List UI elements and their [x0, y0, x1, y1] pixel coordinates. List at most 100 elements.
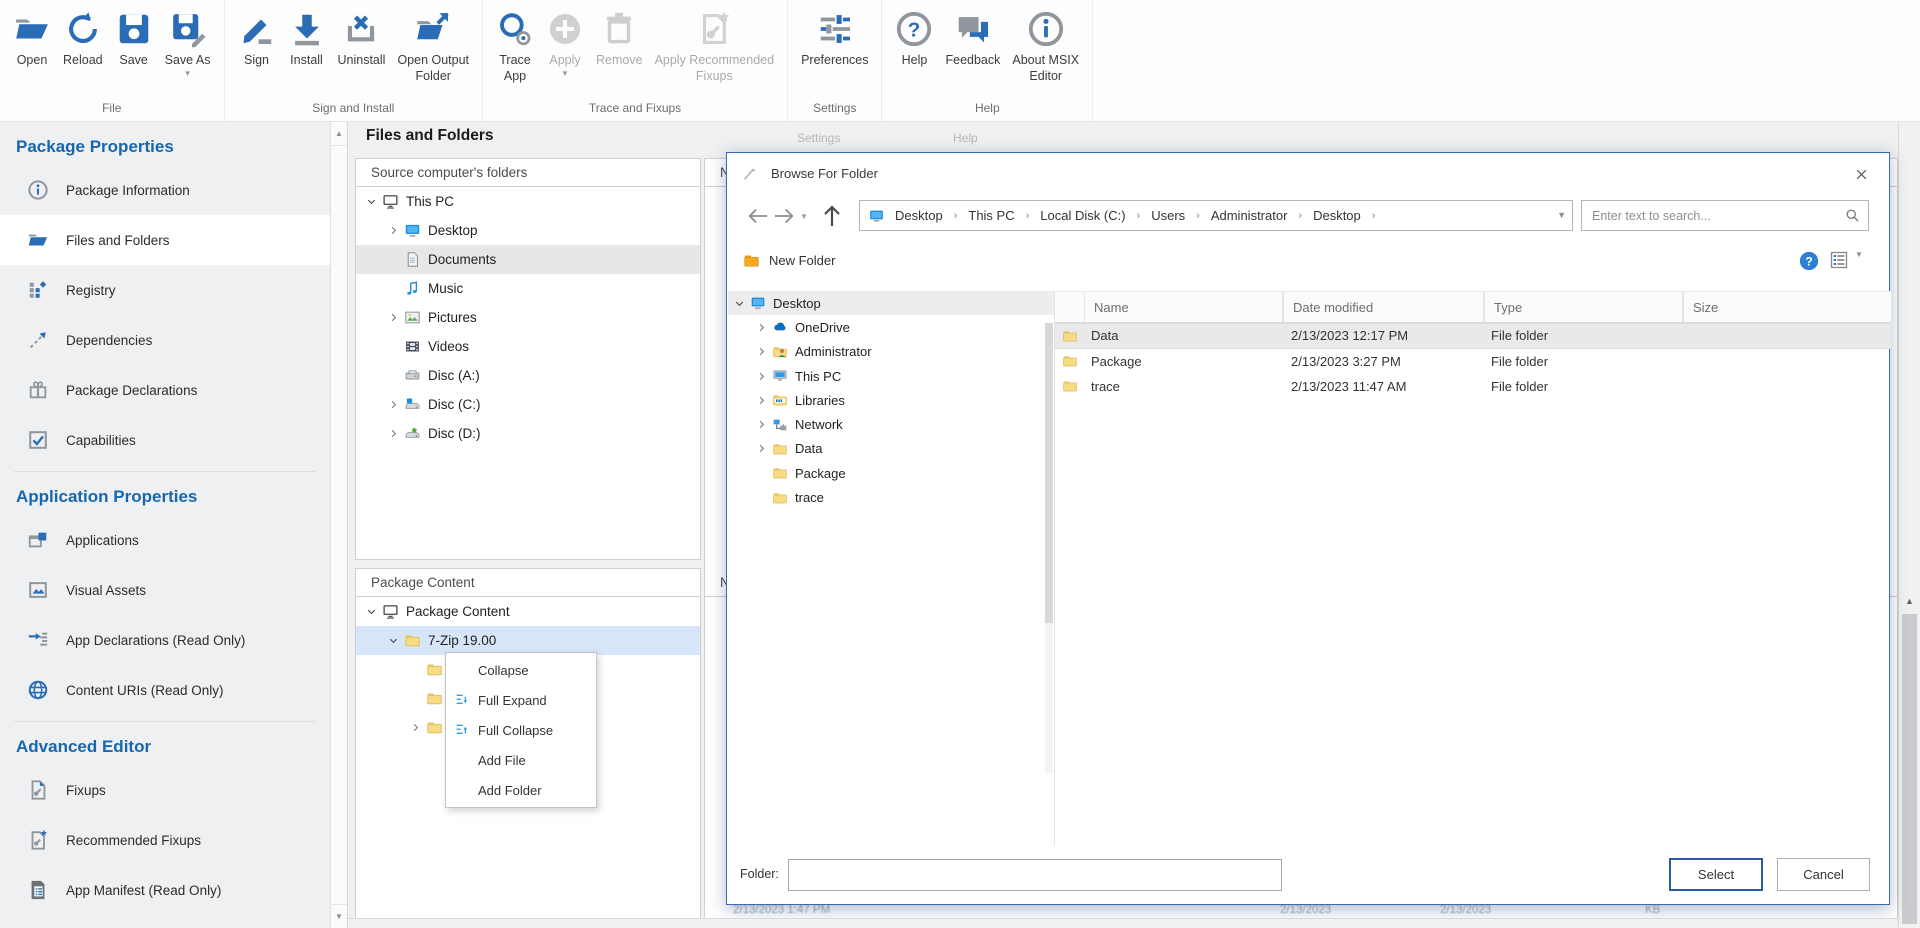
chevron-down-icon[interactable]: [364, 604, 379, 619]
column-header-date-modified[interactable]: Date modified: [1283, 292, 1484, 322]
sidebar-item-capabilities[interactable]: Capabilities: [0, 415, 330, 465]
sidebar-item-content-uris-read-only[interactable]: Content URIs (Read Only): [0, 665, 330, 715]
about-msix-editor-button[interactable]: About MSIXEditor: [1007, 5, 1084, 87]
apply-recommended-fixups-button[interactable]: Apply RecommendedFixups: [650, 5, 780, 87]
sidebar-item-visual-assets[interactable]: Visual Assets: [0, 565, 330, 615]
tree-item-documents[interactable]: Documents: [356, 245, 700, 274]
scroll-up-icon[interactable]: ▲: [331, 122, 347, 146]
breadcrumb-item-administrator-4[interactable]: Administrator: [1209, 208, 1290, 223]
tree-item-disc-a[interactable]: Disc (A:): [356, 361, 700, 390]
chevron-right-icon[interactable]: [386, 397, 401, 412]
chevron-right-icon[interactable]: [386, 426, 401, 441]
dropdown-chevron-icon[interactable]: ▼: [561, 70, 569, 78]
new-folder-button[interactable]: New Folder: [736, 247, 841, 273]
chevron-right-icon[interactable]: [754, 320, 769, 335]
tree-item-disc-d[interactable]: Disc (D:): [356, 419, 700, 448]
forward-icon[interactable]: [772, 203, 796, 229]
sidebar-item-app-declarations-read-only[interactable]: App Declarations (Read Only): [0, 615, 330, 665]
tree-item-pictures[interactable]: Pictures: [356, 303, 700, 332]
chevron-right-icon[interactable]: [754, 369, 769, 384]
sidebar-item-applications[interactable]: Applications: [0, 515, 330, 565]
save-button[interactable]: Save: [110, 5, 158, 70]
tree-item-administrator[interactable]: Administrator: [728, 340, 1054, 364]
breadcrumb-item-users-3[interactable]: Users: [1149, 208, 1187, 223]
tree-item-this-pc[interactable]: This PC: [356, 187, 700, 216]
breadcrumb-item-this-pc-1[interactable]: This PC: [966, 208, 1016, 223]
reload-button[interactable]: Reload: [58, 5, 108, 70]
tree-item-7-zip-19-00[interactable]: 7-Zip 19.00: [356, 626, 700, 655]
tree-item-libraries[interactable]: Libraries: [728, 388, 1054, 412]
dropdown-chevron-icon[interactable]: ▼: [184, 70, 192, 78]
history-dropdown-icon[interactable]: ▼: [797, 203, 811, 229]
address-bar[interactable]: Desktop›This PC›Local Disk (C:)›Users›Ad…: [859, 200, 1573, 231]
tree-item-desktop[interactable]: Desktop: [728, 291, 1054, 315]
sidebar-item-dependencies[interactable]: Dependencies: [0, 315, 330, 365]
chevron-right-icon[interactable]: [754, 393, 769, 408]
breadcrumb-item-local-disk-c-2[interactable]: Local Disk (C:): [1038, 208, 1127, 223]
tree-item-data[interactable]: Data: [728, 437, 1054, 461]
sidebar-item-package-information[interactable]: Package Information: [0, 165, 330, 215]
folder-input[interactable]: [788, 859, 1282, 891]
chevron-right-icon[interactable]: [386, 310, 401, 325]
sign-button[interactable]: Sign: [233, 5, 281, 70]
back-icon[interactable]: [746, 203, 770, 229]
chevron-right-icon[interactable]: [754, 441, 769, 456]
breadcrumb-separator-icon[interactable]: ›: [1187, 210, 1209, 222]
search-icon[interactable]: [1845, 208, 1868, 223]
sidebar-item-recommended-fixups[interactable]: Recommended Fixups: [0, 815, 330, 865]
main-vertical-scrollbar[interactable]: ▲: [1898, 122, 1920, 928]
chevron-down-icon[interactable]: [732, 296, 747, 311]
tree-item-trace[interactable]: trace: [728, 485, 1054, 509]
sidebar-item-app-manifest-read-only[interactable]: App Manifest (Read Only): [0, 865, 330, 915]
preferences-button[interactable]: Preferences: [796, 5, 873, 70]
chevron-down-icon[interactable]: [364, 194, 379, 209]
column-header-name[interactable]: Name: [1084, 292, 1283, 322]
tree-item-onedrive[interactable]: OneDrive: [728, 315, 1054, 339]
search-input[interactable]: [1582, 209, 1845, 223]
close-icon[interactable]: [1851, 164, 1871, 184]
sidebar-item-fixups[interactable]: Fixups: [0, 765, 330, 815]
context-menu-item-full-collapse[interactable]: Full Collapse: [446, 715, 596, 745]
breadcrumb-separator-icon[interactable]: ›: [1289, 210, 1311, 222]
uninstall-button[interactable]: Uninstall: [333, 5, 391, 70]
chevron-right-icon[interactable]: [754, 417, 769, 432]
open-button[interactable]: Open: [8, 5, 56, 70]
tree-item-package[interactable]: Package: [728, 461, 1054, 485]
chevron-right-icon[interactable]: [408, 720, 423, 735]
trace-app-button[interactable]: TraceApp: [491, 5, 539, 87]
tree-scrollbar[interactable]: [1045, 323, 1053, 773]
breadcrumb-item-desktop-0[interactable]: Desktop: [893, 208, 945, 223]
context-menu-item-full-expand[interactable]: Full Expand: [446, 685, 596, 715]
apply-button[interactable]: Apply▼: [541, 5, 589, 80]
up-icon[interactable]: [817, 203, 847, 229]
select-button[interactable]: Select: [1669, 858, 1763, 891]
context-menu-item-collapse[interactable]: Collapse: [446, 655, 596, 685]
scroll-up-icon[interactable]: ▲: [1899, 592, 1920, 610]
breadcrumb-item-desktop-5[interactable]: Desktop: [1311, 208, 1363, 223]
tree-item-disc-c[interactable]: Disc (C:): [356, 390, 700, 419]
sidebar-item-files-and-folders[interactable]: Files and Folders: [0, 215, 330, 265]
context-menu-item-add-file[interactable]: Add File: [446, 745, 596, 775]
open-output-folder-button[interactable]: Open OutputFolder: [392, 5, 474, 87]
breadcrumb-separator-icon[interactable]: ›: [1017, 210, 1039, 222]
save-as-button[interactable]: Save As▼: [160, 5, 216, 80]
tree-item-package-content[interactable]: Package Content: [356, 597, 700, 626]
view-mode-icon[interactable]: [1829, 250, 1849, 270]
breadcrumb-separator-icon[interactable]: ›: [1128, 210, 1150, 222]
column-header-type[interactable]: Type: [1484, 292, 1683, 322]
tree-item-music[interactable]: Music: [356, 274, 700, 303]
feedback-button[interactable]: Feedback: [940, 5, 1005, 70]
sidebar-item-registry[interactable]: Registry: [0, 265, 330, 315]
sidebar-scrollbar[interactable]: ▲ ▼: [330, 122, 348, 928]
file-list-row-package[interactable]: Package2/13/2023 3:27 PMFile folder: [1055, 349, 1891, 375]
chevron-down-icon[interactable]: [386, 633, 401, 648]
file-list-row-trace[interactable]: trace2/13/2023 11:47 AMFile folder: [1055, 374, 1891, 400]
chevron-right-icon[interactable]: [754, 344, 769, 359]
breadcrumb-separator-icon[interactable]: ›: [945, 210, 967, 222]
tree-item-network[interactable]: Network: [728, 412, 1054, 436]
help-button[interactable]: ?: [1798, 250, 1820, 272]
scrollbar-thumb[interactable]: [1902, 614, 1917, 924]
chevron-right-icon[interactable]: [386, 223, 401, 238]
file-list-row-data[interactable]: Data2/13/2023 12:17 PMFile folder: [1055, 323, 1891, 349]
view-dropdown-icon[interactable]: ▼: [1855, 250, 1863, 259]
